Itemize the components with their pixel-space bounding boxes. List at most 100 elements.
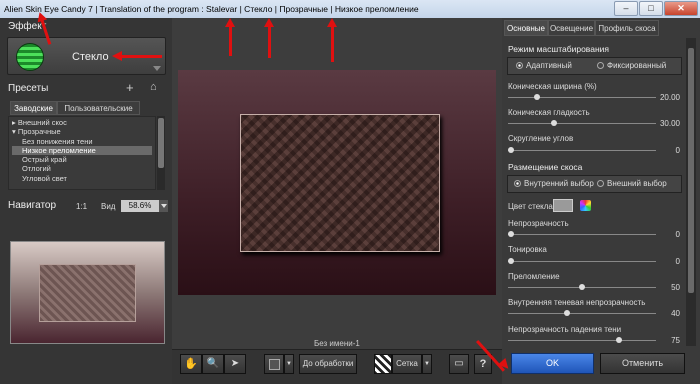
tint-label: Тонировка <box>508 245 547 254</box>
scale-mode-header: Режим масштабирования <box>508 44 609 54</box>
radio-off-icon <box>597 180 604 188</box>
zoom-1to1-button[interactable]: 1:1 <box>76 202 87 211</box>
corner-value[interactable]: 0 <box>656 146 680 155</box>
inner-shadow-value[interactable]: 40 <box>656 309 680 318</box>
grid-dropdown-icon[interactable]: ▼ <box>422 354 432 374</box>
slider-knob[interactable] <box>508 147 514 153</box>
effect-name: Стекло <box>72 51 109 63</box>
cancel-button[interactable]: Отменить <box>600 353 685 374</box>
bevel-smooth-label: Коническая гладкость <box>508 108 590 117</box>
window-title: Alien Skin Eye Candy 7 | Translation of … <box>4 4 419 14</box>
dropdown-arrow-icon <box>153 66 161 71</box>
placement-header: Размещение скоса <box>508 162 583 172</box>
tab-lighting[interactable]: Освещение <box>548 20 595 36</box>
tree-item[interactable]: Угловой свет <box>12 174 152 183</box>
tab-basic[interactable]: Основные <box>504 20 548 36</box>
add-preset-icon[interactable]: + <box>126 80 134 95</box>
tree-item-outer-bevel[interactable]: ▸ Внешний скос <box>12 118 152 127</box>
arrow-up-title-4 <box>331 26 334 62</box>
opacity-value[interactable]: 0 <box>656 230 680 239</box>
adaptive-label: Адаптивный <box>526 61 572 70</box>
bevel-width-value[interactable]: 20.00 <box>656 93 680 102</box>
glass-color-label: Цвет стекла <box>508 202 553 211</box>
inner-label: Внутренний выбор <box>524 179 594 188</box>
tint-value[interactable]: 0 <box>656 257 680 266</box>
outer-radio[interactable]: Внешний выбор <box>597 179 667 188</box>
inner-shadow-slider[interactable] <box>508 310 656 316</box>
opacity-slider[interactable] <box>508 231 656 237</box>
tree-item[interactable]: Острый край <box>12 155 152 164</box>
bevel-width-slider[interactable] <box>508 94 656 100</box>
arrow-left-effect <box>120 55 162 58</box>
slider-knob[interactable] <box>508 258 514 264</box>
slider-knob[interactable] <box>551 120 557 126</box>
bevel-smooth-value[interactable]: 30.00 <box>656 119 680 128</box>
arrowhead-icon <box>327 18 337 27</box>
tree-item[interactable]: Без понижения тени <box>12 137 152 146</box>
refraction-label: Преломление <box>508 272 560 281</box>
before-processing-button[interactable]: До обработки <box>299 354 357 374</box>
navigator-image <box>39 264 136 322</box>
background-dropdown-icon[interactable]: ▼ <box>284 354 294 374</box>
refraction-slider[interactable] <box>508 284 656 290</box>
navigator-thumbnail[interactable] <box>10 241 165 344</box>
tree-item[interactable]: Отлогий <box>12 164 152 173</box>
radio-on-icon <box>514 180 521 188</box>
slider-knob[interactable] <box>508 231 514 237</box>
tab-user-presets[interactable]: Пользовательские <box>57 101 140 115</box>
fixed-radio[interactable]: Фиксированный <box>597 61 666 70</box>
opacity-label: Непрозрачность <box>508 219 569 228</box>
glass-color-swatch[interactable] <box>553 199 573 212</box>
preset-tree: ▸ Внешний скос ▾ Прозрачные Без понижени… <box>8 116 156 190</box>
view-label: Вид <box>101 202 116 211</box>
drop-shadow-label: Непрозрачность падения тени <box>508 325 622 334</box>
tab-bevel-profile[interactable]: Профиль скоса <box>595 20 659 36</box>
outer-label: Внешний выбор <box>607 179 667 188</box>
corner-slider[interactable] <box>508 147 656 153</box>
hand-tool-button[interactable]: ✋ <box>180 354 202 374</box>
inner-shadow-label: Внутренняя теневая непрозрачность <box>508 298 646 307</box>
radio-on-icon <box>516 62 523 70</box>
slider-knob[interactable] <box>564 310 570 316</box>
preview-window-button[interactable]: ▭ <box>449 354 469 374</box>
drop-shadow-value[interactable]: 75 <box>656 336 680 345</box>
select-tool-button[interactable]: ➤ <box>224 354 246 374</box>
slider-knob[interactable] <box>579 284 585 290</box>
corner-label: Скругление углов <box>508 134 574 143</box>
grid-icon[interactable] <box>374 354 392 374</box>
arrow-up-title-2 <box>229 26 232 56</box>
background-color-button[interactable] <box>264 354 284 374</box>
refraction-value[interactable]: 50 <box>656 283 680 292</box>
arrowhead-icon <box>112 51 122 61</box>
tab-factory-presets[interactable]: Заводские <box>10 101 57 115</box>
title-bar: Alien Skin Eye Candy 7 | Translation of … <box>0 0 700 18</box>
tree-scrollbar[interactable] <box>157 116 165 190</box>
tree-item-selected[interactable]: Низкое преломление <box>12 145 152 156</box>
tree-item-transparent[interactable]: ▾ Прозрачные <box>12 127 152 136</box>
adaptive-radio[interactable]: Адаптивный <box>516 61 572 70</box>
tint-slider[interactable] <box>508 258 656 264</box>
bevel-width-label: Коническая ширина (%) <box>508 82 597 91</box>
close-button[interactable]: ✕ <box>664 1 698 16</box>
preview-image[interactable] <box>240 114 440 252</box>
color-palette-icon[interactable] <box>580 200 591 211</box>
ok-button[interactable]: OK <box>511 353 594 374</box>
zoom-tool-button[interactable]: 🔍 <box>202 354 224 374</box>
inner-radio[interactable]: Внутренний выбор <box>514 179 594 188</box>
navigator-header: Навигатор <box>8 200 57 211</box>
drop-shadow-slider[interactable] <box>508 337 656 343</box>
minimize-button[interactable]: – <box>614 1 638 16</box>
fixed-label: Фиксированный <box>607 61 667 70</box>
grid-label[interactable]: Сетка <box>392 354 422 374</box>
zoom-field[interactable]: 58.6% <box>121 200 159 212</box>
zoom-dropdown-icon[interactable] <box>159 200 168 212</box>
right-scrollbar[interactable] <box>686 38 696 346</box>
presets-header: Пресеты <box>8 83 49 94</box>
document-name: Без имени-1 <box>314 339 360 348</box>
slider-knob[interactable] <box>616 337 622 343</box>
home-icon[interactable]: ⌂ <box>150 81 157 93</box>
arrowhead-icon <box>225 18 235 27</box>
maximize-button[interactable]: □ <box>639 1 663 16</box>
bevel-smooth-slider[interactable] <box>508 120 656 126</box>
slider-knob[interactable] <box>534 94 540 100</box>
